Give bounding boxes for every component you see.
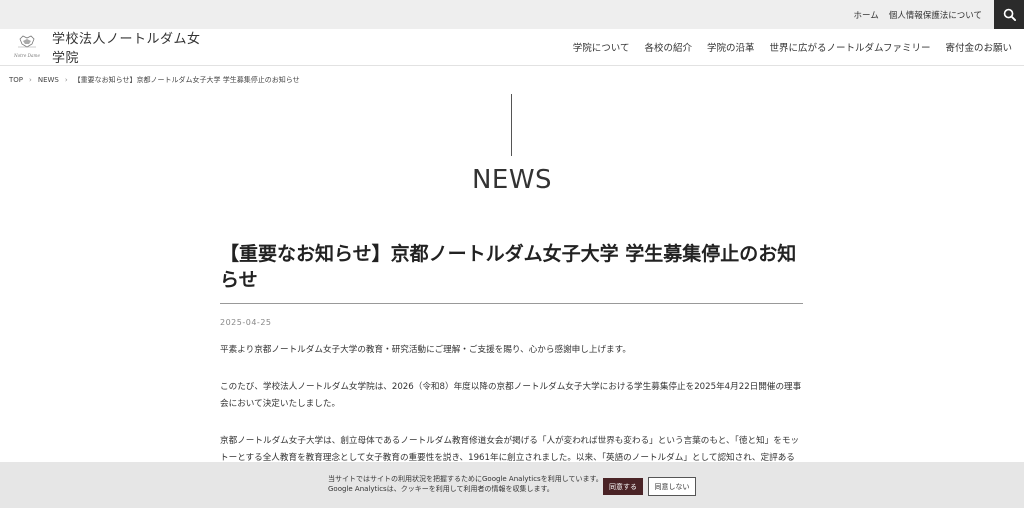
article-paragraph: 平素より京都ノートルダム女子大学の教育・研究活動にご理解・ご支援を賜り、心から感… bbox=[220, 345, 631, 355]
decorative-vertical-line bbox=[511, 94, 512, 156]
cookie-banner: 当サイトではサイトの利用状況を把握するためにGoogle Analyticsを利… bbox=[0, 462, 1024, 508]
breadcrumb-current: 【重要なお知らせ】京都ノートルダム女子大学 学生募集停止のお知らせ bbox=[73, 76, 300, 84]
article-date: 2025-04-25 bbox=[220, 318, 272, 327]
cookie-line-1: 当サイトではサイトの利用状況を把握するためにGoogle Analyticsを利… bbox=[328, 475, 603, 483]
utility-bar: ホーム 個人情報保護法について bbox=[0, 0, 1024, 29]
cookie-message: 当サイトではサイトの利用状況を把握するためにGoogle Analyticsを利… bbox=[328, 474, 603, 494]
logo-subtext: Notre Dame bbox=[13, 53, 41, 58]
chevron-right-icon: › bbox=[29, 76, 32, 84]
breadcrumb: TOP › NEWS › 【重要なお知らせ】京都ノートルダム女子大学 学生募集停… bbox=[9, 75, 300, 85]
breadcrumb-news[interactable]: NEWS bbox=[38, 76, 59, 84]
chevron-right-icon: › bbox=[64, 76, 68, 84]
nav-schools[interactable]: 各校の紹介 bbox=[645, 40, 693, 54]
article: 【重要なお知らせ】京都ノートルダム女子大学 学生募集停止のお知らせ 2025-0… bbox=[220, 241, 803, 484]
cookie-line-2: Google Analyticsは、クッキーを利用して利用者の情報を収集します。 bbox=[328, 485, 554, 493]
site-logo[interactable]: Notre Dame 学校法人ノートルダム女学院 bbox=[12, 32, 212, 66]
nav-family[interactable]: 世界に広がるノートルダムファミリー bbox=[770, 40, 931, 54]
article-title: 【重要なお知らせ】京都ノートルダム女子大学 学生募集停止のお知らせ bbox=[220, 241, 803, 304]
search-icon bbox=[1003, 8, 1016, 21]
nav-about[interactable]: 学院について bbox=[573, 40, 630, 54]
breadcrumb-top[interactable]: TOP bbox=[9, 76, 23, 84]
cookie-agree-button[interactable]: 同意する bbox=[603, 478, 643, 495]
nav-donation[interactable]: 寄付金のお願い bbox=[945, 40, 1012, 54]
site-header: Notre Dame 学校法人ノートルダム女学院 学院について 各校の紹介 学院… bbox=[0, 29, 1024, 66]
home-link[interactable]: ホーム bbox=[854, 9, 879, 21]
article-paragraph: このたび、学校法人ノートルダム女学院は、2026（令和8）年度以降の京都ノートル… bbox=[220, 382, 802, 409]
crest-icon: Notre Dame bbox=[12, 33, 42, 61]
privacy-link[interactable]: 個人情報保護法について bbox=[889, 9, 982, 21]
logo-text: 学校法人ノートルダム女学院 bbox=[52, 32, 201, 66]
search-button[interactable] bbox=[994, 0, 1024, 29]
utility-links: ホーム 個人情報保護法について bbox=[854, 0, 983, 29]
section-title: NEWS bbox=[471, 165, 553, 195]
global-nav: 学院について 各校の紹介 学院の沿革 世界に広がるノートルダムファミリー 寄付金… bbox=[573, 29, 1012, 65]
nav-history[interactable]: 学院の沿革 bbox=[707, 40, 755, 54]
cookie-disagree-button[interactable]: 同意しない bbox=[648, 477, 696, 496]
